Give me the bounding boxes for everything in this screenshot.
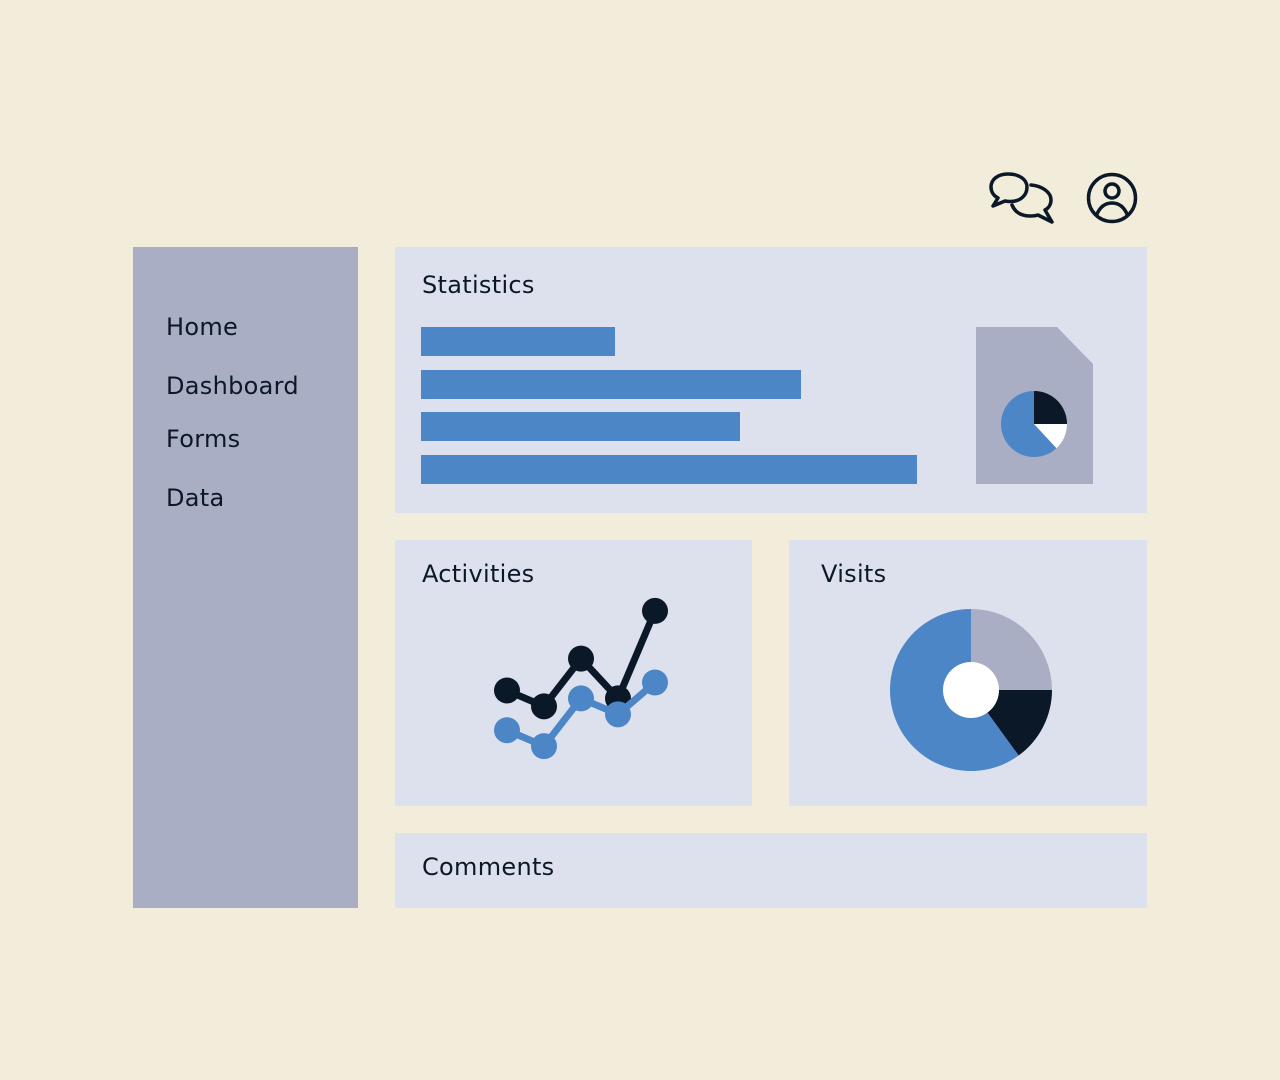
activities-data-point <box>531 733 557 760</box>
user-avatar-icon[interactable] <box>1084 170 1140 226</box>
sidebar-item-data[interactable]: Data <box>166 484 225 512</box>
activities-data-point <box>568 645 594 672</box>
visits-panel: Visits <box>789 540 1147 806</box>
sidebar: Home Dashboard Forms Data <box>133 247 358 908</box>
pie-chart-file-icon[interactable] <box>976 327 1093 484</box>
sidebar-item-dashboard[interactable]: Dashboard <box>166 372 299 400</box>
activities-data-point <box>568 685 594 712</box>
statistics-bar <box>421 327 615 356</box>
statistics-bar <box>421 412 740 441</box>
statistics-bar <box>421 370 801 399</box>
sidebar-item-forms[interactable]: Forms <box>166 425 240 453</box>
activities-data-point <box>494 717 520 744</box>
statistics-title: Statistics <box>422 271 535 299</box>
statistics-bar <box>421 455 917 484</box>
chat-bubbles-icon[interactable] <box>988 170 1056 226</box>
activities-data-point <box>642 597 668 624</box>
statistics-panel: Statistics <box>395 247 1147 513</box>
donut-hole <box>943 662 999 718</box>
comments-title: Comments <box>422 853 555 881</box>
sidebar-item-home[interactable]: Home <box>166 313 238 341</box>
activities-data-point <box>494 677 520 704</box>
comments-panel: Comments <box>395 833 1147 908</box>
activities-line-chart <box>494 597 668 760</box>
activities-panel: Activities <box>395 540 752 806</box>
activities-data-point <box>642 669 668 696</box>
activities-data-point <box>605 701 631 728</box>
activities-data-point <box>531 693 557 720</box>
header-toolbar <box>0 0 1280 240</box>
visits-donut-chart <box>890 609 1052 771</box>
